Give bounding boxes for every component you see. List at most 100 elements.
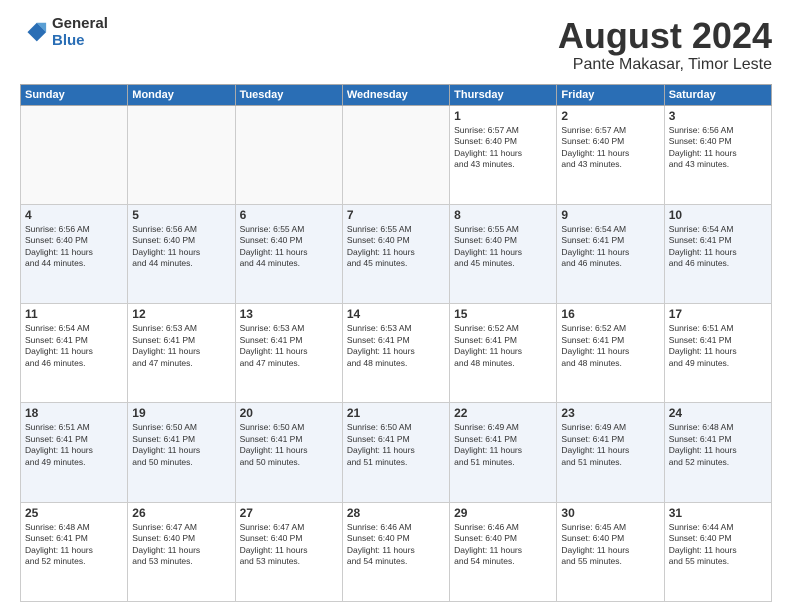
day-number: 1 [454, 109, 552, 123]
day-number: 14 [347, 307, 445, 321]
calendar-week-row: 25Sunrise: 6:48 AM Sunset: 6:41 PM Dayli… [21, 502, 772, 601]
day-number: 5 [132, 208, 230, 222]
calendar-header-friday: Friday [557, 84, 664, 105]
calendar-header-tuesday: Tuesday [235, 84, 342, 105]
day-number: 7 [347, 208, 445, 222]
day-info: Sunrise: 6:50 AM Sunset: 6:41 PM Dayligh… [347, 422, 445, 468]
calendar-cell: 22 Sunrise: 6:49 AM Sunset: 6:41 PM Dayli… [450, 403, 557, 502]
calendar-week-row: 4Sunrise: 6:56 AM Sunset: 6:40 PM Daylig… [21, 204, 772, 303]
calendar-header-sunday: Sunday [21, 84, 128, 105]
day-info: Sunrise: 6:57 AM Sunset: 6:40 PM Dayligh… [561, 125, 659, 171]
day-number: 19 [132, 406, 230, 420]
location-title: Pante Makasar, Timor Leste [558, 56, 772, 74]
day-number: 30 [561, 506, 659, 520]
calendar-cell: 20Sunrise: 6:50 AM Sunset: 6:41 PM Dayli… [235, 403, 342, 502]
calendar-week-row: 18Sunrise: 6:51 AM Sunset: 6:41 PM Dayli… [21, 403, 772, 502]
calendar-cell: 2 Sunrise: 6:57 AM Sunset: 6:40 PM Daylig… [557, 105, 664, 204]
day-info: Sunrise: 6:54 AM Sunset: 6:41 PM Dayligh… [669, 224, 767, 270]
calendar-header-wednesday: Wednesday [342, 84, 449, 105]
calendar-cell: 11 Sunrise: 6:54 AM Sunset: 6:41 PM Dayli… [21, 304, 128, 403]
day-number: 9 [561, 208, 659, 222]
calendar-cell: 25Sunrise: 6:48 AM Sunset: 6:41 PM Dayli… [21, 502, 128, 601]
day-number: 26 [132, 506, 230, 520]
calendar-cell: 12 Sunrise: 6:53 AM Sunset: 6:41 PM Dayli… [128, 304, 235, 403]
day-number: 12 [132, 307, 230, 321]
day-number: 24 [669, 406, 767, 420]
day-number: 31 [669, 506, 767, 520]
calendar-cell: 8 Sunrise: 6:55 AM Sunset: 6:40 PM Daylig… [450, 204, 557, 303]
day-info: Sunrise: 6:47 AM Sunset: 6:40 PM Dayligh… [132, 522, 230, 568]
calendar-cell [128, 105, 235, 204]
calendar-cell: 10 Sunrise: 6:54 AM Sunset: 6:41 PM Dayli… [664, 204, 771, 303]
day-info: Sunrise: 6:52 AM Sunset: 6:41 PM Dayligh… [454, 323, 552, 369]
day-info: Sunrise: 6:55 AM Sunset: 6:40 PM Dayligh… [454, 224, 552, 270]
day-info: Sunrise: 6:53 AM Sunset: 6:41 PM Dayligh… [347, 323, 445, 369]
day-info: Sunrise: 6:55 AM Sunset: 6:40 PM Dayligh… [347, 224, 445, 270]
calendar-cell: 7 Sunrise: 6:55 AM Sunset: 6:40 PM Daylig… [342, 204, 449, 303]
calendar-cell: 19 Sunrise: 6:50 AM Sunset: 6:41 PM Dayli… [128, 403, 235, 502]
day-number: 29 [454, 506, 552, 520]
calendar-cell: 31Sunrise: 6:44 AM Sunset: 6:40 PM Dayli… [664, 502, 771, 601]
day-info: Sunrise: 6:51 AM Sunset: 6:41 PM Dayligh… [669, 323, 767, 369]
day-number: 21 [347, 406, 445, 420]
logo-text: General Blue [52, 16, 108, 49]
day-number: 10 [669, 208, 767, 222]
month-title: August 2024 [558, 16, 772, 56]
day-info: Sunrise: 6:48 AM Sunset: 6:41 PM Dayligh… [669, 422, 767, 468]
day-info: Sunrise: 6:57 AM Sunset: 6:40 PM Dayligh… [454, 125, 552, 171]
calendar-week-row: 11 Sunrise: 6:54 AM Sunset: 6:41 PM Dayli… [21, 304, 772, 403]
calendar-cell [21, 105, 128, 204]
calendar-cell: 28 Sunrise: 6:46 AM Sunset: 6:40 PM Dayli… [342, 502, 449, 601]
day-number: 11 [25, 307, 123, 321]
day-info: Sunrise: 6:50 AM Sunset: 6:41 PM Dayligh… [132, 422, 230, 468]
day-number: 8 [454, 208, 552, 222]
day-number: 17 [669, 307, 767, 321]
calendar-table: SundayMondayTuesdayWednesdayThursdayFrid… [20, 84, 772, 602]
logo-blue-text: Blue [52, 33, 108, 50]
calendar-header-monday: Monday [128, 84, 235, 105]
logo-icon [20, 19, 48, 47]
calendar-cell [342, 105, 449, 204]
day-info: Sunrise: 6:56 AM Sunset: 6:40 PM Dayligh… [669, 125, 767, 171]
calendar-cell: 13 Sunrise: 6:53 AM Sunset: 6:41 PM Dayli… [235, 304, 342, 403]
day-info: Sunrise: 6:53 AM Sunset: 6:41 PM Dayligh… [240, 323, 338, 369]
day-number: 22 [454, 406, 552, 420]
day-info: Sunrise: 6:47 AM Sunset: 6:40 PM Dayligh… [240, 522, 338, 568]
day-info: Sunrise: 6:56 AM Sunset: 6:40 PM Dayligh… [132, 224, 230, 270]
day-number: 13 [240, 307, 338, 321]
logo: General Blue [20, 16, 108, 49]
calendar-header-saturday: Saturday [664, 84, 771, 105]
calendar-cell: 30 Sunrise: 6:45 AM Sunset: 6:40 PM Dayli… [557, 502, 664, 601]
calendar-cell [235, 105, 342, 204]
calendar-week-row: 1 Sunrise: 6:57 AM Sunset: 6:40 PM Daylig… [21, 105, 772, 204]
day-info: Sunrise: 6:56 AM Sunset: 6:40 PM Dayligh… [25, 224, 123, 270]
day-number: 23 [561, 406, 659, 420]
calendar-cell: 3Sunrise: 6:56 AM Sunset: 6:40 PM Daylig… [664, 105, 771, 204]
day-info: Sunrise: 6:51 AM Sunset: 6:41 PM Dayligh… [25, 422, 123, 468]
day-info: Sunrise: 6:49 AM Sunset: 6:41 PM Dayligh… [454, 422, 552, 468]
day-info: Sunrise: 6:45 AM Sunset: 6:40 PM Dayligh… [561, 522, 659, 568]
calendar-cell: 24 Sunrise: 6:48 AM Sunset: 6:41 PM Dayli… [664, 403, 771, 502]
calendar-cell: 21 Sunrise: 6:50 AM Sunset: 6:41 PM Dayli… [342, 403, 449, 502]
day-info: Sunrise: 6:55 AM Sunset: 6:40 PM Dayligh… [240, 224, 338, 270]
calendar-cell: 5 Sunrise: 6:56 AM Sunset: 6:40 PM Daylig… [128, 204, 235, 303]
calendar-cell: 15 Sunrise: 6:52 AM Sunset: 6:41 PM Dayli… [450, 304, 557, 403]
day-number: 27 [240, 506, 338, 520]
calendar-cell: 27 Sunrise: 6:47 AM Sunset: 6:40 PM Dayli… [235, 502, 342, 601]
page: General Blue August 2024 Pante Makasar, … [0, 0, 792, 612]
calendar-cell: 16Sunrise: 6:52 AM Sunset: 6:41 PM Dayli… [557, 304, 664, 403]
day-info: Sunrise: 6:54 AM Sunset: 6:41 PM Dayligh… [25, 323, 123, 369]
day-info: Sunrise: 6:46 AM Sunset: 6:40 PM Dayligh… [454, 522, 552, 568]
day-info: Sunrise: 6:46 AM Sunset: 6:40 PM Dayligh… [347, 522, 445, 568]
calendar-cell: 1 Sunrise: 6:57 AM Sunset: 6:40 PM Daylig… [450, 105, 557, 204]
title-block: August 2024 Pante Makasar, Timor Leste [558, 16, 772, 74]
day-info: Sunrise: 6:54 AM Sunset: 6:41 PM Dayligh… [561, 224, 659, 270]
calendar-cell: 17 Sunrise: 6:51 AM Sunset: 6:41 PM Dayli… [664, 304, 771, 403]
calendar-cell: 23Sunrise: 6:49 AM Sunset: 6:41 PM Dayli… [557, 403, 664, 502]
day-number: 15 [454, 307, 552, 321]
day-number: 28 [347, 506, 445, 520]
day-number: 2 [561, 109, 659, 123]
day-number: 25 [25, 506, 123, 520]
day-info: Sunrise: 6:53 AM Sunset: 6:41 PM Dayligh… [132, 323, 230, 369]
day-info: Sunrise: 6:52 AM Sunset: 6:41 PM Dayligh… [561, 323, 659, 369]
